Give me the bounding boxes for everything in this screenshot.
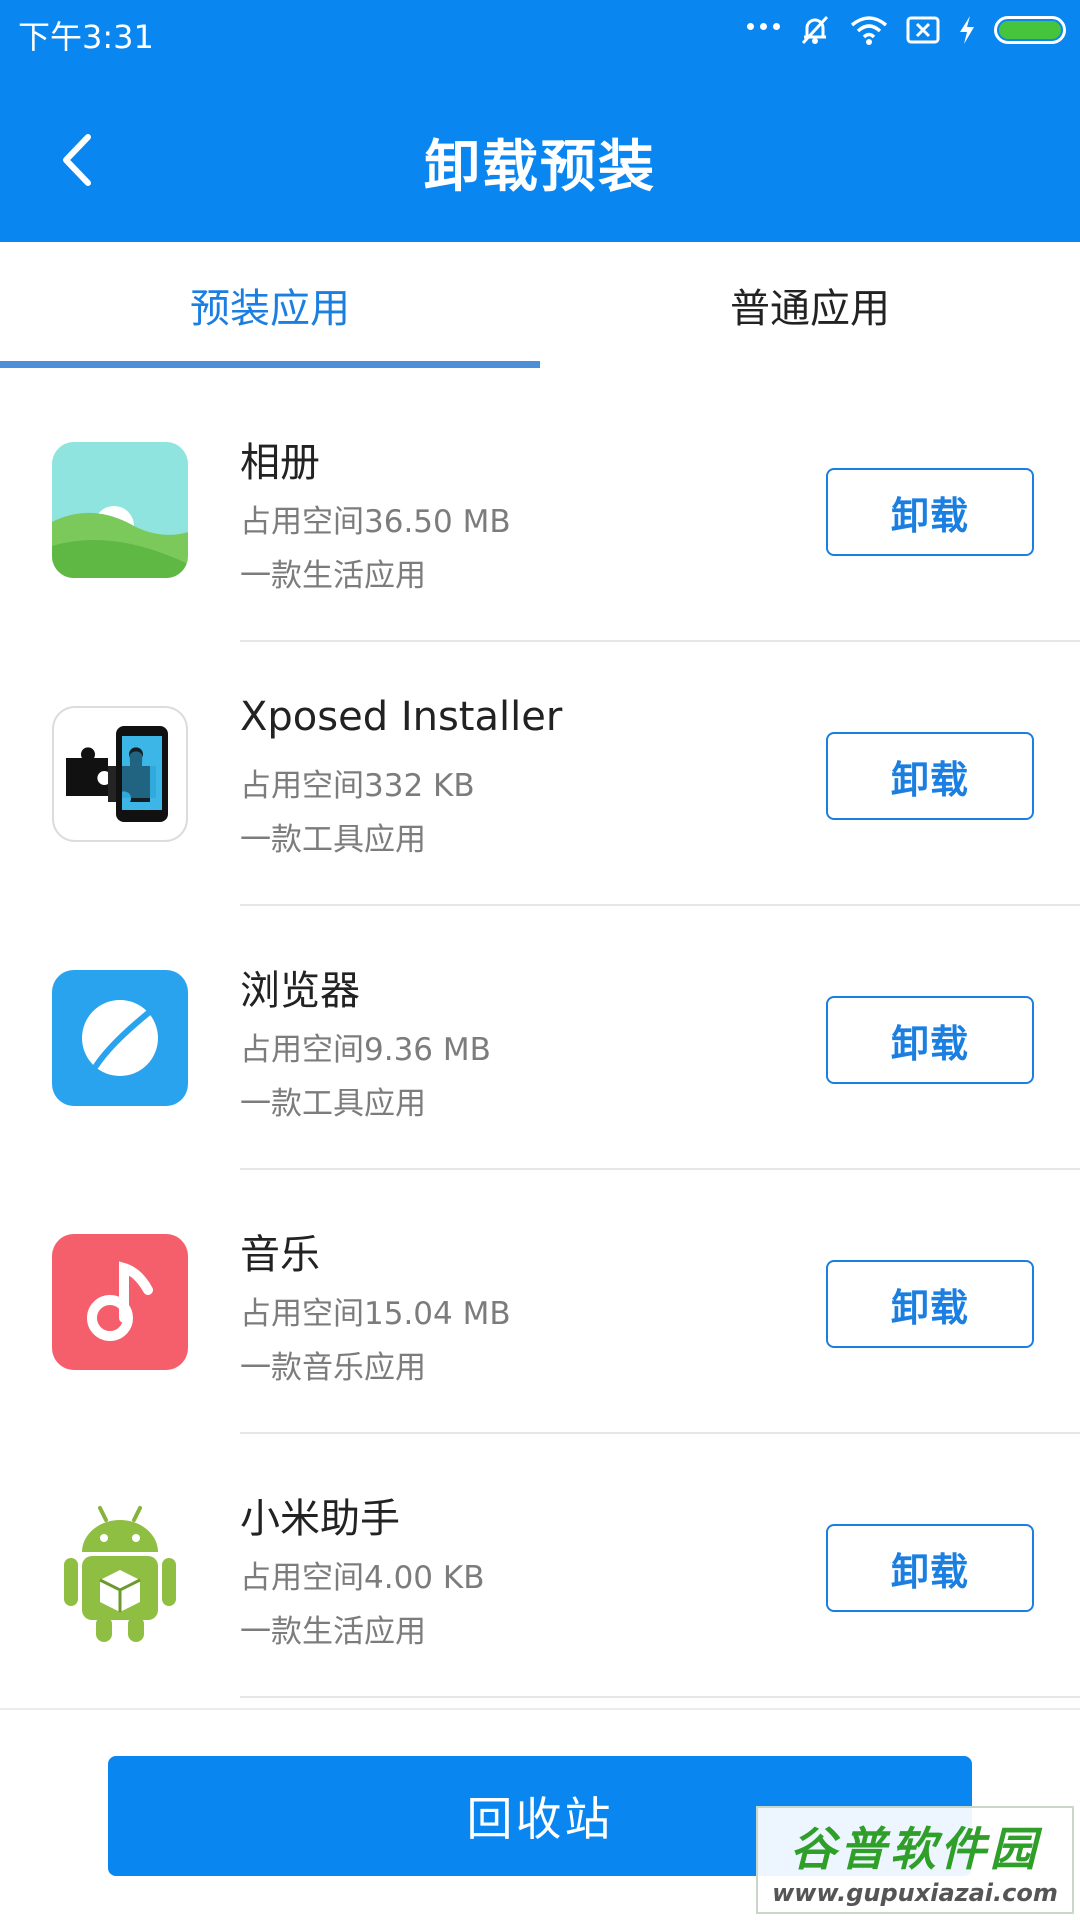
app-list: 相册 占用空间36.50 MB 一款生活应用 卸载 Xposed Install… [0, 378, 1080, 1698]
app-category: 一款生活应用 [240, 1614, 426, 1650]
watermark-url: www.gupuxiazai.com [772, 1879, 1058, 1907]
app-size: 占用空间332 KB [240, 768, 475, 804]
tab-regular-apps[interactable]: 普通应用 [540, 242, 1080, 368]
list-item: 小米助手 占用空间4.00 KB 一款生活应用 卸载 [0, 1434, 1080, 1698]
wifi-icon [850, 14, 888, 46]
tab-preinstalled-apps[interactable]: 预装应用 [0, 242, 540, 368]
app-header: 下午3:31 卸载预装 [0, 0, 1080, 242]
list-item: 相册 占用空间36.50 MB 一款生活应用 卸载 [0, 378, 1080, 642]
app-name: 小米助手 [240, 1496, 400, 1542]
tab-bar: 预装应用 普通应用 [0, 242, 1080, 368]
status-bar: 下午3:31 [0, 0, 1080, 60]
uninstall-button[interactable]: 卸载 [826, 468, 1034, 556]
list-item: Xposed Installer 占用空间332 KB 一款工具应用 卸载 [0, 642, 1080, 906]
app-category: 一款音乐应用 [240, 1350, 426, 1386]
app-category: 一款工具应用 [240, 1086, 426, 1122]
android-robot-icon [52, 1498, 188, 1642]
more-dots-icon [747, 12, 780, 48]
divider [240, 1696, 1080, 1698]
app-name: 音乐 [240, 1232, 320, 1278]
no-sim-icon [906, 15, 940, 45]
app-category: 一款生活应用 [240, 558, 426, 594]
uninstall-button[interactable]: 卸载 [826, 1260, 1034, 1348]
uninstall-button[interactable]: 卸载 [826, 1524, 1034, 1612]
active-tab-indicator [0, 361, 540, 368]
tab-label: 普通应用 [730, 286, 890, 332]
xposed-puzzle-icon [52, 706, 188, 842]
mute-notification-icon [798, 13, 832, 47]
uninstall-button[interactable]: 卸载 [826, 996, 1034, 1084]
app-name: 相册 [240, 440, 320, 486]
music-note-icon [52, 1234, 188, 1370]
app-size: 占用空间9.36 MB [240, 1032, 491, 1068]
app-name: Xposed Installer [240, 694, 563, 740]
app-size: 占用空间15.04 MB [240, 1296, 511, 1332]
app-category: 一款工具应用 [240, 822, 426, 858]
list-item: 音乐 占用空间15.04 MB 一款音乐应用 卸载 [0, 1170, 1080, 1434]
battery-fill [999, 21, 1061, 39]
gallery-icon [52, 442, 188, 578]
status-icons [747, 12, 1066, 48]
app-name: 浏览器 [240, 968, 360, 1014]
tab-label: 预装应用 [190, 286, 350, 332]
charging-bolt-icon [958, 15, 976, 45]
browser-icon [52, 970, 188, 1106]
app-size: 占用空间36.50 MB [240, 504, 511, 540]
list-item: 浏览器 占用空间9.36 MB 一款工具应用 卸载 [0, 906, 1080, 1170]
watermark-title: 谷普软件园 [790, 1822, 1040, 1876]
screen: 下午3:31 卸载预装 预装应用 普通应用 相册 占用空间36.50 MB 一款… [0, 0, 1080, 1920]
page-title: 卸载预装 [424, 135, 656, 200]
watermark: 谷普软件园 www.gupuxiazai.com [756, 1806, 1074, 1914]
app-size: 占用空间4.00 KB [240, 1560, 485, 1596]
battery-icon [994, 16, 1066, 44]
uninstall-button[interactable]: 卸载 [826, 732, 1034, 820]
status-time: 下午3:31 [18, 18, 154, 56]
